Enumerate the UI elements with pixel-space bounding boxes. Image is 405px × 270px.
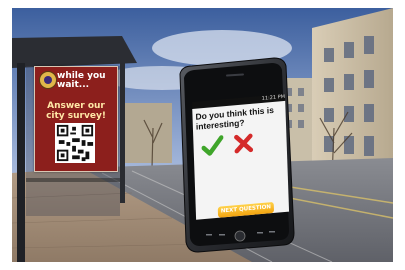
qr-code-icon[interactable] <box>55 123 95 163</box>
survey-question: Do you think this is interesting? <box>195 104 275 132</box>
red-x-icon[interactable] <box>233 133 254 155</box>
city-seal-icon <box>39 71 57 89</box>
poster-call-to-action: Answer our city survey! <box>46 101 106 121</box>
survey-panel: Do you think this is interesting? NEXT Q… <box>192 100 290 220</box>
green-checkmark-icon[interactable] <box>201 134 224 158</box>
photo-scene: while you wait... Answer our city survey… <box>12 8 393 262</box>
phone-screen: 11:21 PM Do you think this is interestin… <box>192 93 290 220</box>
poster-headline: while you wait... <box>57 71 106 90</box>
survey-poster: while you wait... Answer our city survey… <box>34 66 118 172</box>
